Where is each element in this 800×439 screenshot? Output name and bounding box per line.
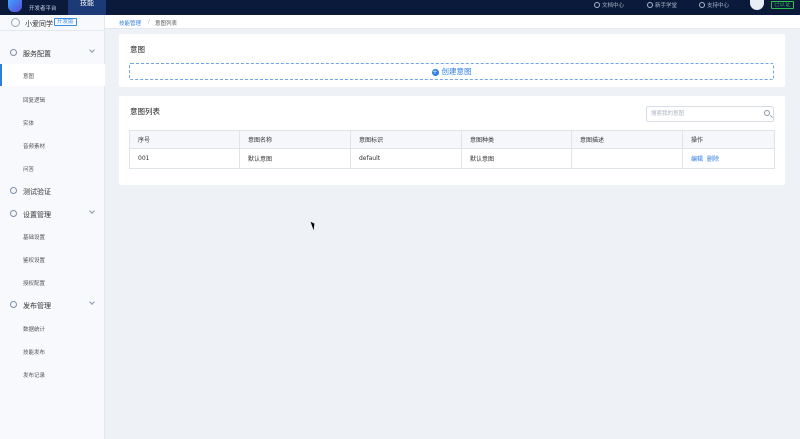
plus-icon: + xyxy=(431,69,439,76)
search-box xyxy=(646,106,774,122)
nav-tab-skills[interactable]: 技能 xyxy=(68,0,106,15)
app-switcher[interactable]: 小爱同学 开发版 xyxy=(0,15,105,31)
sidebar: 小爱同学 开发版 服务配置 意图 回复逻辑 实体 音频素材 问答 测试验证 设置… xyxy=(0,15,105,439)
sidebar-group-publish[interactable]: 发布管理 xyxy=(0,297,105,313)
sidebar-item-label: 发布记录 xyxy=(23,373,46,379)
cell-index: 001 xyxy=(129,148,240,169)
tutorial-link[interactable]: 新手学堂 xyxy=(647,1,677,9)
sidebar-item-publish-log[interactable]: 发布记录 xyxy=(0,363,105,385)
test-icon xyxy=(10,187,17,194)
intent-list-card: 意图列表 序号 意图名称 意图标识 意图种类 意图描述 操作 001 默认意图 … xyxy=(119,96,785,185)
breadcrumb-current: 意图列表 xyxy=(155,21,178,27)
search-input[interactable] xyxy=(651,109,757,119)
top-bar: 开发者平台 技能 文档中心 新手学堂 支持中心 已认证 xyxy=(0,0,800,15)
sidebar-item-skill-publish[interactable]: 技能发布 xyxy=(0,340,105,362)
sidebar-group-settings[interactable]: 设置管理 xyxy=(0,206,105,222)
sidebar-item-reply-logic[interactable]: 回复逻辑 xyxy=(0,88,105,110)
docs-link[interactable]: 文档中心 xyxy=(594,1,624,9)
intent-card: 意图 + 创建意图 xyxy=(119,34,785,87)
send-icon xyxy=(10,301,17,308)
support-link[interactable]: 支持中心 xyxy=(699,1,729,9)
intent-list-title: 意图列表 xyxy=(130,107,160,116)
sidebar-group-label: 发布管理 xyxy=(23,302,51,310)
document-icon xyxy=(594,2,600,8)
cell-kind: 默认意图 xyxy=(461,148,572,169)
column-header-id: 意图标识 xyxy=(350,130,462,149)
sidebar-item-intent[interactable]: 意图 xyxy=(0,64,105,86)
cell-desc xyxy=(571,148,683,169)
sidebar-item-entity[interactable]: 实体 xyxy=(0,111,105,133)
breadcrumb: 技能管理 / 意图列表 xyxy=(105,15,800,29)
sidebar-item-qa[interactable]: 问答 xyxy=(0,157,105,179)
sidebar-item-label: 问答 xyxy=(23,167,35,173)
avatar[interactable] xyxy=(750,0,764,10)
create-intent-button[interactable]: + 创建意图 xyxy=(129,63,774,80)
sidebar-item-label: 回复逻辑 xyxy=(23,98,46,104)
delete-link[interactable]: 删除 xyxy=(707,156,719,163)
sidebar-item-auth-settings[interactable]: 鉴权设置 xyxy=(0,248,105,270)
help-icon xyxy=(647,2,653,8)
chevron-down-icon xyxy=(89,47,95,53)
app-name: 小爱同学 xyxy=(25,20,53,28)
sidebar-group-service-config[interactable]: 服务配置 xyxy=(0,45,105,61)
column-header-kind: 意图种类 xyxy=(461,130,572,149)
sidebar-group-label: 服务配置 xyxy=(23,50,51,58)
platform-logo-icon[interactable] xyxy=(8,0,22,12)
sidebar-item-label: 鉴权设置 xyxy=(23,258,46,264)
column-header-index: 序号 xyxy=(129,130,240,149)
sidebar-item-label: 音频素材 xyxy=(23,144,46,150)
cell-name: 默认意图 xyxy=(239,148,351,169)
sidebar-item-audio[interactable]: 音频素材 xyxy=(0,134,105,156)
sidebar-item-label: 技能发布 xyxy=(23,350,46,356)
cell-id: default xyxy=(350,148,462,169)
globe-icon xyxy=(10,49,17,56)
search-icon[interactable] xyxy=(764,110,770,116)
sidebar-item-label: 意图 xyxy=(23,74,35,80)
table-header-row: 序号 意图名称 意图标识 意图种类 意图描述 操作 xyxy=(129,130,775,149)
breadcrumb-separator: / xyxy=(148,19,150,25)
sidebar-group-label: 测试验证 xyxy=(23,188,51,196)
chevron-down-icon xyxy=(89,208,95,214)
column-header-desc: 意图描述 xyxy=(571,130,683,149)
gear-icon xyxy=(10,210,17,217)
sidebar-group-testing[interactable]: 测试验证 xyxy=(0,183,105,199)
app-icon xyxy=(11,18,20,27)
intent-table: 序号 意图名称 意图标识 意图种类 意图描述 操作 001 默认意图 defau… xyxy=(129,130,775,169)
column-header-name: 意图名称 xyxy=(239,130,351,149)
column-header-actions: 操作 xyxy=(682,130,775,149)
sidebar-item-label: 基础设置 xyxy=(23,235,46,241)
chevron-down-icon xyxy=(89,299,95,305)
sidebar-item-label: 数据统计 xyxy=(23,327,46,333)
mouse-cursor-icon xyxy=(310,220,317,231)
support-icon xyxy=(699,2,705,8)
sidebar-item-authorization[interactable]: 授权配置 xyxy=(0,271,105,293)
create-intent-label: 创建意图 xyxy=(441,67,472,76)
table-row: 001 默认意图 default 默认意图 编辑 删除 xyxy=(129,148,775,169)
cell-actions: 编辑 删除 xyxy=(682,148,775,169)
env-badge: 已认证 xyxy=(771,1,794,9)
edit-link[interactable]: 编辑 xyxy=(691,156,703,163)
breadcrumb-parent[interactable]: 技能管理 xyxy=(119,19,141,27)
app-version-badge: 开发版 xyxy=(54,18,77,26)
sidebar-item-basic-settings[interactable]: 基础设置 xyxy=(0,225,105,247)
sidebar-item-statistics[interactable]: 数据统计 xyxy=(0,317,105,339)
intent-card-title: 意图 xyxy=(130,45,145,54)
platform-name: 开发者平台 xyxy=(29,6,57,12)
sidebar-item-label: 实体 xyxy=(23,121,35,127)
sidebar-item-label: 授权配置 xyxy=(23,281,46,287)
sidebar-group-label: 设置管理 xyxy=(23,211,51,219)
